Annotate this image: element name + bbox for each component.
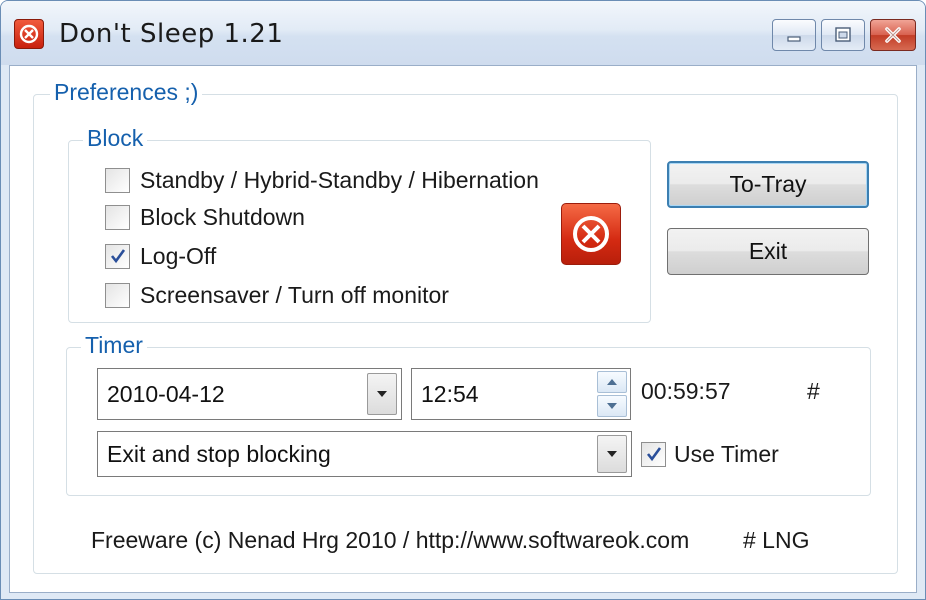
countdown-display: 00:59:57 (641, 378, 731, 404)
time-value: 12:54 (421, 380, 479, 407)
screensaver-checkbox[interactable] (105, 282, 130, 308)
date-picker[interactable]: 2010-04-12 (97, 368, 402, 420)
use-timer-label: Use Timer (674, 440, 779, 467)
chevron-down-icon (607, 403, 617, 409)
use-timer-checkbox-row[interactable]: Use Timer (641, 439, 779, 469)
title-bar[interactable]: Don't Sleep 1.21 (1, 1, 925, 65)
exit-button[interactable]: Exit (667, 228, 869, 275)
minimize-icon (787, 36, 801, 42)
spin-down-button[interactable] (597, 395, 627, 417)
action-dropdown-button[interactable] (597, 435, 627, 473)
minimize-button[interactable] (772, 19, 816, 51)
app-window: Don't Sleep 1.21 Preferences ;) Block St… (0, 0, 926, 600)
time-spin-buttons (597, 371, 627, 417)
chevron-up-icon (607, 379, 617, 385)
close-button[interactable] (870, 19, 916, 51)
log-off-checkbox-row[interactable]: Log-Off (105, 241, 216, 271)
window-title: Don't Sleep 1.21 (59, 19, 284, 49)
checkmark-icon (110, 249, 125, 264)
spin-up-button[interactable] (597, 371, 627, 393)
stop-circle-icon[interactable] (561, 203, 621, 265)
preferences-legend: Preferences ;) (50, 79, 203, 106)
close-icon (885, 27, 901, 43)
action-select[interactable]: Exit and stop blocking (97, 431, 632, 477)
checkmark-icon (646, 447, 661, 462)
block-legend: Block (83, 125, 148, 152)
time-spinner[interactable]: 12:54 (411, 368, 631, 420)
maximize-icon (835, 27, 851, 42)
language-link[interactable]: # LNG (743, 527, 809, 554)
standby-checkbox-row[interactable]: Standby / Hybrid-Standby / Hibernation (105, 165, 539, 195)
client-area: Preferences ;) Block Standby / Hybrid-St… (9, 65, 917, 593)
block-shutdown-checkbox-row[interactable]: Block Shutdown (105, 202, 305, 232)
chevron-down-icon (607, 451, 617, 457)
log-off-label: Log-Off (140, 242, 217, 269)
timer-hash-link[interactable]: # (807, 378, 820, 405)
maximize-button[interactable] (821, 19, 865, 51)
action-value: Exit and stop blocking (107, 440, 331, 467)
to-tray-button[interactable]: To-Tray (667, 161, 869, 208)
date-value: 2010-04-12 (107, 380, 225, 407)
standby-label: Standby / Hybrid-Standby / Hibernation (140, 166, 539, 193)
timer-legend: Timer (81, 332, 147, 359)
block-shutdown-checkbox[interactable] (105, 204, 130, 230)
log-off-checkbox[interactable] (105, 243, 130, 269)
copyright-link[interactable]: Freeware (c) Nenad Hrg 2010 / http://www… (91, 527, 689, 554)
use-timer-checkbox[interactable] (641, 441, 666, 467)
standby-checkbox[interactable] (105, 167, 130, 193)
date-dropdown-button[interactable] (367, 373, 397, 415)
chevron-down-icon (377, 391, 387, 397)
screensaver-checkbox-row[interactable]: Screensaver / Turn off monitor (105, 280, 449, 310)
stop-circle-icon[interactable] (14, 19, 44, 49)
block-shutdown-label: Block Shutdown (140, 203, 305, 230)
screensaver-label: Screensaver / Turn off monitor (140, 281, 449, 308)
